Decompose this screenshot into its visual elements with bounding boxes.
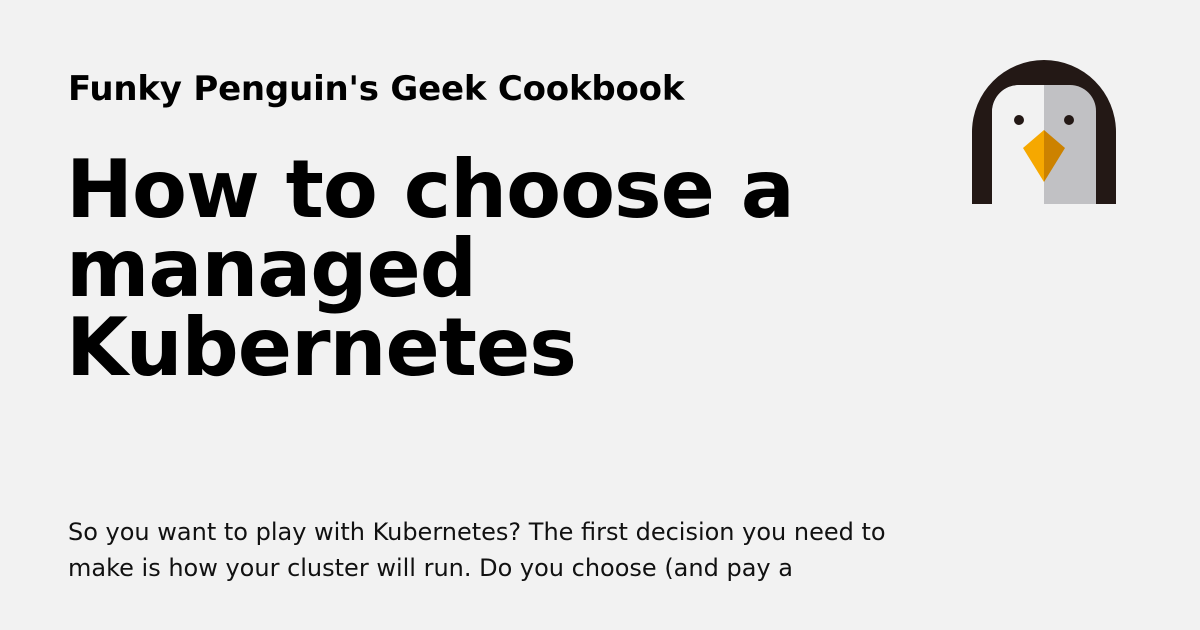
penguin-icon (972, 60, 1116, 204)
social-card: Funky Penguin's Geek Cookbook How to cho… (0, 0, 1200, 630)
penguin-logo (972, 60, 1116, 204)
site-name: Funky Penguin's Geek Cookbook (68, 69, 685, 109)
page-title: How to choose a managed Kubernetes (66, 143, 795, 394)
article-description: So you want to play with Kubernetes? The… (68, 518, 886, 582)
